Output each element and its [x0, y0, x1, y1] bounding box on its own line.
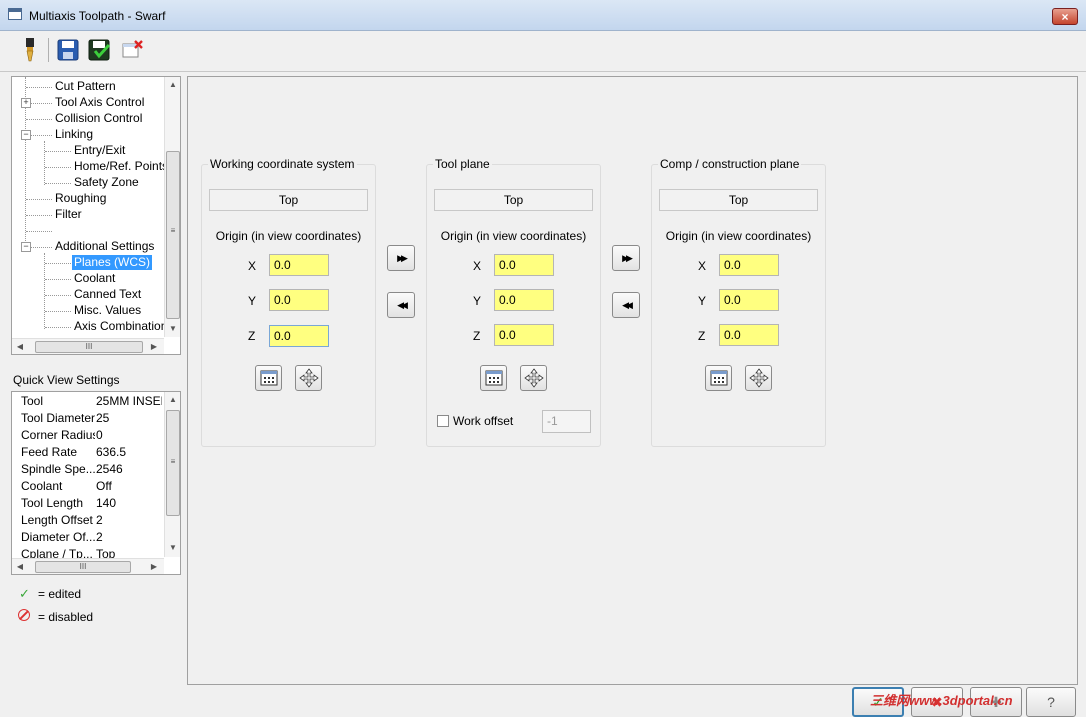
title-bar: Multiaxis Toolpath - Swarf ×: [0, 0, 1086, 31]
copy-to-comp-plane-button[interactable]: ▶▶: [612, 245, 640, 271]
save-icon[interactable]: [54, 36, 82, 64]
scroll-down-icon[interactable]: ▼: [165, 321, 180, 337]
move-arrows-icon: [523, 368, 544, 388]
help-icon: ?: [1047, 694, 1055, 710]
quick-view-title: Quick View Settings: [13, 373, 120, 387]
comp-plane-group-title: Comp / construction plane: [658, 157, 802, 171]
tool-icon[interactable]: [16, 36, 44, 64]
comp-plane-calculator-button[interactable]: [705, 365, 732, 391]
disabled-icon: [18, 609, 30, 621]
close-button[interactable]: ×: [1052, 8, 1078, 25]
watermark: 三维网www.3dportal.cn: [870, 693, 1013, 708]
tool-plane-origin-x-field[interactable]: 0.0: [494, 254, 554, 276]
scroll-right-icon[interactable]: ▶: [146, 339, 162, 354]
scroll-left-icon[interactable]: ◀: [12, 559, 28, 574]
z-label: Z: [698, 329, 706, 343]
tool-plane-group: Tool plane Top Origin (in view coordinat…: [426, 157, 601, 447]
tree-guide-line: [44, 253, 45, 329]
work-offset-checkbox[interactable]: [437, 415, 449, 427]
save-green-icon[interactable]: [86, 36, 114, 64]
wcs-origin-label: Origin (in view coordinates): [215, 229, 362, 243]
work-offset-label: Work offset: [453, 414, 514, 428]
collapse-icon[interactable]: −: [21, 130, 31, 140]
tool-plane-origin-z-field[interactable]: 0.0: [494, 324, 554, 346]
legend-edited: = edited: [38, 587, 82, 601]
y-label: Y: [473, 294, 482, 308]
comp-plane-origin-x-field[interactable]: 0.0: [719, 254, 779, 276]
scroll-left-icon[interactable]: ◀: [12, 339, 28, 354]
window-title: Multiaxis Toolpath - Swarf: [29, 9, 166, 23]
calculator-icon: [485, 370, 502, 386]
wcs-origin-z-field[interactable]: 0.0: [269, 325, 329, 347]
wcs-group-title: Working coordinate system: [208, 157, 357, 171]
app-window-icon: [8, 8, 22, 20]
copy-to-wcs-button[interactable]: ◀◀: [387, 292, 415, 318]
wcs-group: Working coordinate system Top Origin (in…: [201, 157, 376, 447]
tool-plane-view-button[interactable]: Top: [434, 189, 593, 211]
wcs-origin-y-field[interactable]: 0.0: [269, 289, 329, 311]
comp-plane-view-button[interactable]: Top: [659, 189, 818, 211]
scroll-thumb[interactable]: ≡: [166, 410, 180, 516]
quick-view-horizontal-scrollbar[interactable]: ◀ III ▶: [12, 558, 164, 574]
x-label: X: [698, 259, 707, 273]
delete-icon[interactable]: [118, 36, 146, 64]
scroll-thumb[interactable]: ≡: [166, 151, 180, 319]
checkmark-icon: ✓: [19, 586, 30, 601]
copy-to-tool-plane-button[interactable]: ▶▶: [387, 245, 415, 271]
tree-vertical-scrollbar[interactable]: ▲ ≡ ▼: [164, 77, 180, 337]
comp-plane-origin-y-field[interactable]: 0.0: [719, 289, 779, 311]
z-label: Z: [473, 329, 481, 343]
scroll-thumb[interactable]: III: [35, 561, 131, 573]
scroll-down-icon[interactable]: ▼: [165, 540, 180, 556]
legend-disabled: = disabled: [38, 610, 94, 624]
wcs-origin-x-field[interactable]: 0.0: [269, 254, 329, 276]
toolbar-separator: [48, 38, 49, 62]
calculator-icon: [710, 370, 727, 386]
toolbar: [0, 31, 1086, 72]
help-button[interactable]: ?: [1026, 687, 1076, 717]
x-label: X: [473, 259, 482, 273]
y-label: Y: [248, 294, 257, 308]
tool-plane-group-title: Tool plane: [433, 157, 492, 171]
y-label: Y: [698, 294, 707, 308]
tree-horizontal-scrollbar[interactable]: ◀ III ▶: [12, 338, 164, 354]
work-offset-field: -1: [542, 410, 591, 433]
wcs-calculator-button[interactable]: [255, 365, 282, 391]
tool-plane-calculator-button[interactable]: [480, 365, 507, 391]
wcs-move-button[interactable]: [295, 365, 322, 391]
tree-guide-line: [44, 141, 45, 185]
quick-view-vertical-scrollbar[interactable]: ▲ ≡ ▼: [164, 392, 180, 557]
scroll-thumb[interactable]: III: [35, 341, 143, 353]
calculator-icon: [260, 370, 277, 386]
scroll-up-icon[interactable]: ▲: [165, 77, 180, 93]
wcs-view-button[interactable]: Top: [209, 189, 368, 211]
tool-plane-origin-label: Origin (in view coordinates): [440, 229, 587, 243]
comp-plane-group: Comp / construction plane Top Origin (in…: [651, 157, 826, 447]
copy-to-tool-plane-back-button[interactable]: ◀◀: [612, 292, 640, 318]
collapse-icon[interactable]: −: [21, 242, 31, 252]
quick-view-panel: Tool25MM INSERT Tool Diameter25 Corner R…: [11, 391, 181, 575]
scroll-up-icon[interactable]: ▲: [165, 392, 180, 408]
comp-plane-move-button[interactable]: [745, 365, 772, 391]
z-label: Z: [248, 329, 256, 343]
move-arrows-icon: [748, 368, 769, 388]
x-label: X: [248, 259, 257, 273]
tool-plane-origin-y-field[interactable]: 0.0: [494, 289, 554, 311]
settings-tree: Cut Pattern + Tool Axis Control Collisio…: [11, 76, 181, 355]
comp-plane-origin-z-field[interactable]: 0.0: [719, 324, 779, 346]
scroll-right-icon[interactable]: ▶: [146, 559, 162, 574]
move-arrows-icon: [298, 368, 319, 388]
expand-icon[interactable]: +: [21, 98, 31, 108]
tool-plane-move-button[interactable]: [520, 365, 547, 391]
comp-plane-origin-label: Origin (in view coordinates): [665, 229, 812, 243]
